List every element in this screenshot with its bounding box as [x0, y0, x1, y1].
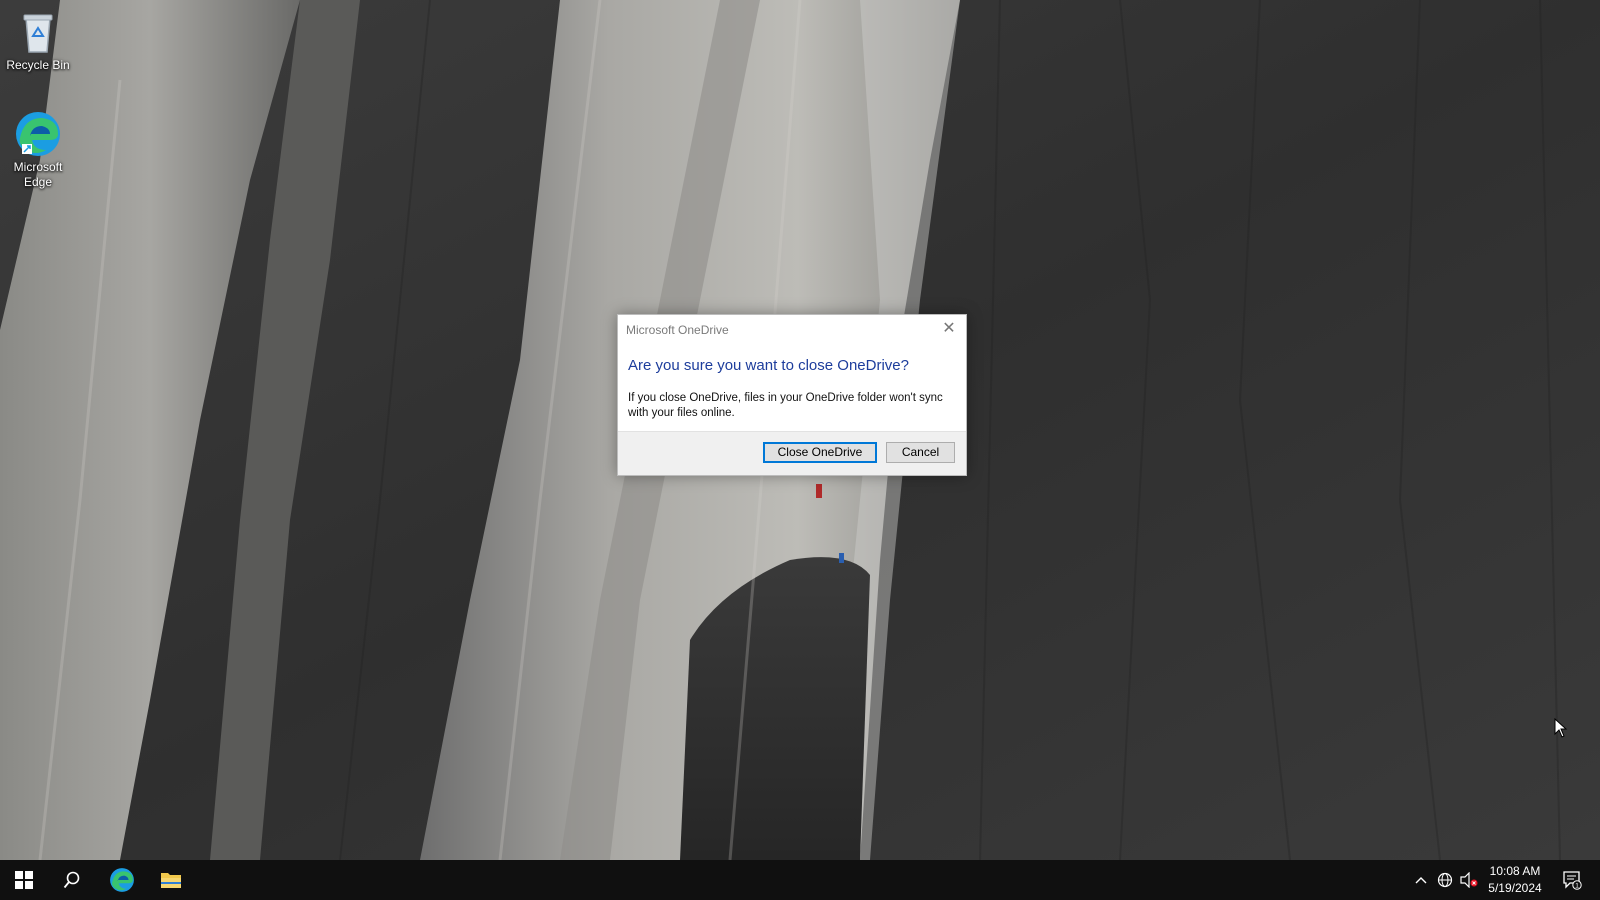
network-globe-icon [1437, 872, 1453, 888]
dialog-titlebar[interactable]: Microsoft OneDrive ✕ [618, 315, 966, 343]
show-hidden-icons-button[interactable] [1410, 860, 1432, 900]
taskbar-clock[interactable]: 10:08 AM 5/19/2024 [1484, 860, 1546, 900]
windows-logo-icon [15, 871, 33, 889]
desktop-icon-microsoft-edge[interactable]: Microsoft Edge [0, 110, 76, 190]
close-icon[interactable]: ✕ [938, 318, 960, 340]
edge-icon [110, 868, 134, 892]
clock-date: 5/19/2024 [1488, 881, 1542, 895]
onedrive-close-dialog: Microsoft OneDrive ✕ Are you sure you wa… [617, 314, 967, 476]
desktop-icon-label: Recycle Bin [6, 58, 70, 72]
desktop-icon-recycle-bin[interactable]: Recycle Bin [0, 8, 76, 73]
dialog-message: If you close OneDrive, files in your One… [628, 392, 943, 419]
taskbar: 10:08 AM 5/19/2024 1 [0, 860, 1600, 900]
desktop-icon-label: Microsoft Edge [13, 160, 63, 189]
chevron-up-icon [1415, 877, 1427, 884]
cancel-button[interactable]: Cancel [886, 442, 955, 463]
taskbar-file-explorer-button[interactable] [147, 860, 195, 900]
network-tray-button[interactable] [1434, 860, 1456, 900]
volume-tray-button[interactable] [1458, 860, 1480, 900]
notification-icon: 1 [1563, 871, 1582, 890]
taskbar-edge-button[interactable] [98, 860, 146, 900]
dialog-heading: Are you sure you want to close OneDrive? [628, 357, 909, 374]
action-center-button[interactable]: 1 [1552, 860, 1592, 900]
recycle-bin-icon [14, 8, 62, 56]
file-explorer-icon [161, 873, 181, 888]
mouse-pointer-icon [1554, 717, 1568, 738]
edge-icon [14, 110, 62, 158]
search-button[interactable] [48, 860, 96, 900]
dialog-button-bar: Close OneDrive Cancel [618, 431, 966, 475]
clock-time: 10:08 AM [1489, 864, 1541, 878]
start-button[interactable] [0, 860, 48, 900]
close-onedrive-button[interactable]: Close OneDrive [763, 442, 877, 463]
search-icon [63, 871, 80, 889]
notification-count: 1 [1575, 882, 1579, 889]
volume-muted-icon [1460, 872, 1478, 888]
dialog-title: Microsoft OneDrive [626, 323, 729, 337]
